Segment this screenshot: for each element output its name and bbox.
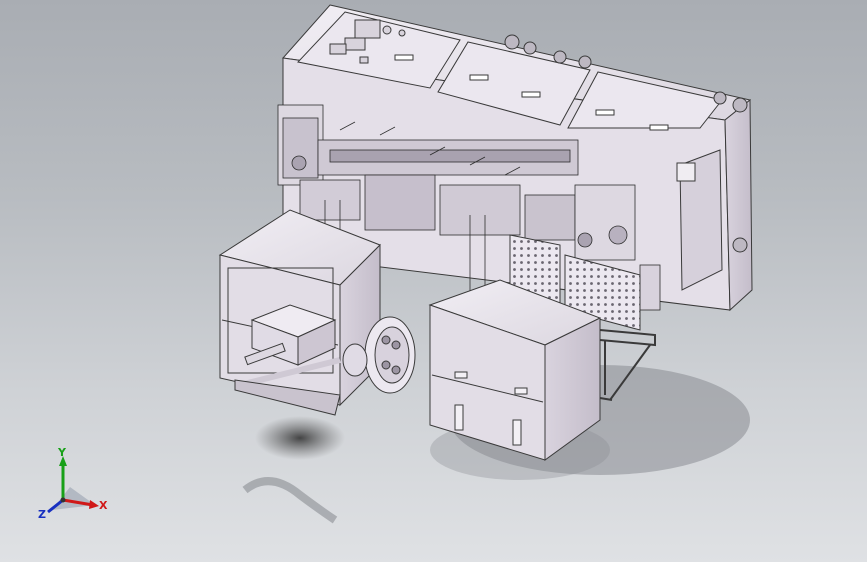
cad-3d-viewport[interactable]: Y X Z <box>0 0 867 562</box>
coordinate-triad: Y X Z <box>38 446 108 521</box>
triad-x-label: X <box>99 499 108 512</box>
triad-y-label: Y <box>57 446 67 459</box>
triad-z-label: Z <box>38 508 46 521</box>
